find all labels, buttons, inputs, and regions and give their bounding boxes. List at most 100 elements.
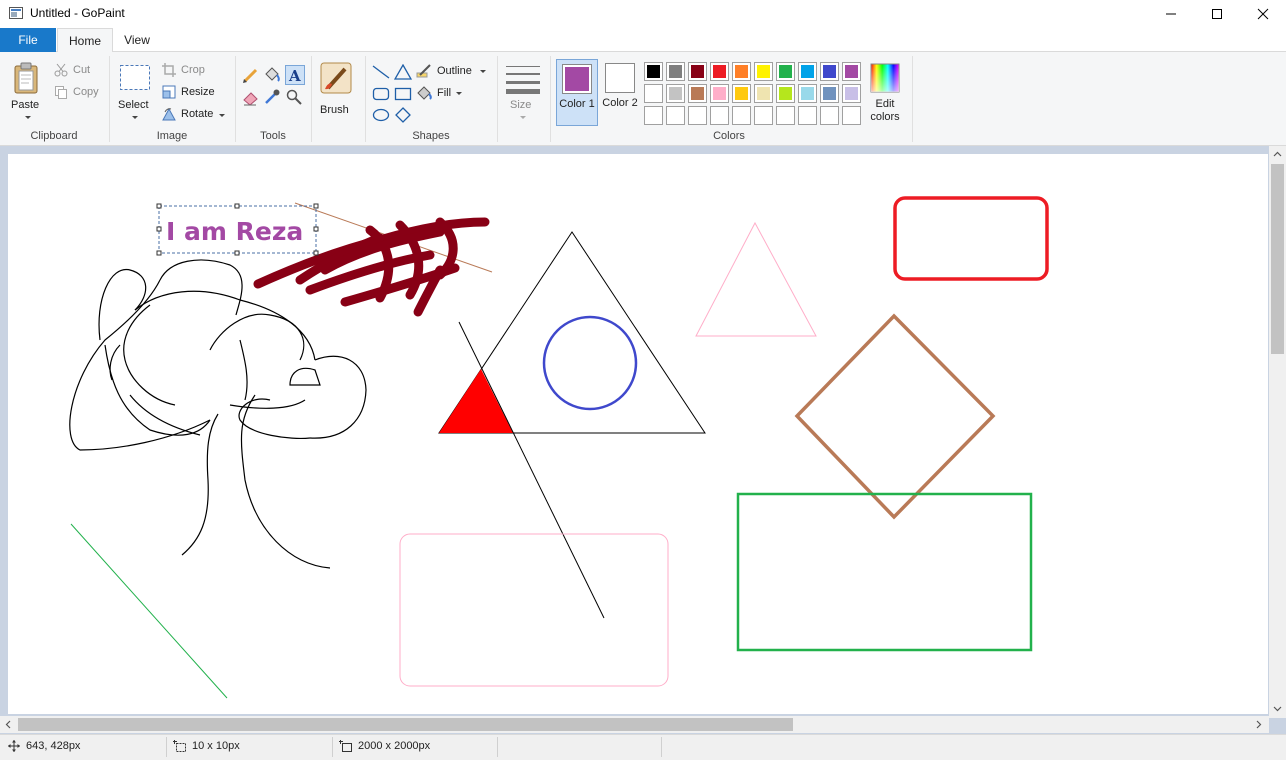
eraser-icon[interactable] [242,88,260,106]
line-shape-icon[interactable] [372,64,390,80]
crop-button[interactable]: Crop [162,62,214,80]
tab-file[interactable]: File [0,28,56,52]
selection-size-value: 10 x 10px [192,740,240,752]
palette-swatch[interactable] [710,106,729,125]
palette-swatch-color [823,65,836,78]
copy-icon [55,86,67,99]
palette-swatch-color [735,87,748,100]
scroll-left-icon[interactable] [5,720,11,729]
rectangle-shape-icon[interactable] [394,86,412,102]
vertical-scroll-thumb[interactable] [1271,164,1284,354]
palette-swatch-color [845,65,858,78]
palette-swatch[interactable] [820,106,839,125]
palette-swatch[interactable] [842,62,861,81]
horizontal-scroll-thumb[interactable] [18,718,793,731]
edit-colors-label: Edit colors [870,98,900,123]
palette-swatch[interactable] [666,62,685,81]
selection-rect-icon [120,65,150,90]
close-button[interactable] [1240,0,1286,28]
scroll-up-icon[interactable] [1273,151,1282,157]
rotate-label: Rotate [181,108,214,120]
scroll-down-icon[interactable] [1273,706,1282,712]
resize-button[interactable]: Resize [162,84,222,102]
chevron-down-icon [480,70,486,73]
tab-home[interactable]: Home [57,28,113,53]
palette-swatch[interactable] [776,84,795,103]
paste-button[interactable]: Paste [4,58,48,122]
close-icon [1257,8,1269,20]
color2-swatch [608,66,632,90]
select-button[interactable]: Select [114,58,154,122]
tab-view[interactable]: View [114,28,160,52]
palette-swatch[interactable] [754,106,773,125]
palette-swatch[interactable] [798,62,817,81]
palette-swatch[interactable] [842,84,861,103]
app-icon [9,7,23,19]
cut-label: Cut [73,64,91,76]
palette-swatch[interactable] [688,62,707,81]
copy-button[interactable]: Copy [54,84,106,102]
palette-swatch[interactable] [732,62,751,81]
edit-colors-button[interactable]: Edit colors [866,60,906,126]
palette-swatch[interactable] [842,106,861,125]
palette-swatch[interactable] [732,106,751,125]
color2-button[interactable]: Color 2 [600,59,642,126]
minimize-button[interactable] [1148,0,1194,28]
drawing-canvas[interactable]: I am Reza [8,154,1268,714]
horizontal-scrollbar[interactable] [0,716,1269,733]
pink-triangle [695,221,817,337]
palette-swatch[interactable] [644,106,663,125]
rotate-button[interactable]: Rotate [162,106,228,124]
palette-swatch[interactable] [732,84,751,103]
palette-swatch[interactable] [710,84,729,103]
fill-dropdown[interactable]: Fill [416,84,476,102]
magnifier-icon[interactable] [285,88,303,106]
outline-dropdown[interactable]: Outline [416,62,490,80]
pencil-icon[interactable] [242,66,260,84]
outline-pen-icon [416,64,431,78]
palette-swatch[interactable] [644,84,663,103]
triangle-shape-icon[interactable] [394,64,412,80]
size-dropdown[interactable]: Size [502,60,544,126]
shapes-group-label: Shapes [412,130,450,142]
palette-swatch[interactable] [820,84,839,103]
palette-swatch[interactable] [798,84,817,103]
rounded-rect-shape-icon[interactable] [372,86,390,102]
diamond-shape-icon[interactable] [394,107,412,123]
fill-bucket-icon[interactable] [263,66,281,84]
palette-swatch[interactable] [666,106,685,125]
palette-swatch[interactable] [776,62,795,81]
green-thin-line [70,523,228,699]
brown-diamond [794,313,996,520]
cursor-position-value: 643, 428px [26,740,81,752]
palette-swatch[interactable] [754,84,773,103]
color1-label: Color 1 [559,98,595,110]
palette-swatch-color [735,65,748,78]
palette-swatch-color [779,65,792,78]
palette-swatch[interactable] [776,106,795,125]
palette-swatch[interactable] [820,62,839,81]
ellipse-shape-icon[interactable] [372,107,390,123]
color2-label: Color 2 [602,97,638,109]
palette-swatch[interactable] [754,62,773,81]
cut-button[interactable]: Cut [54,62,102,80]
maximize-button[interactable] [1194,0,1240,28]
palette-swatch[interactable] [688,84,707,103]
rotate-icon [162,107,176,121]
palette-swatch[interactable] [666,84,685,103]
red-rounded-rectangle [893,196,1049,281]
palette-swatch[interactable] [644,62,663,81]
vertical-scrollbar[interactable] [1269,146,1286,718]
canvas-drawing: I am Reza [69,196,1049,699]
text-tool-button[interactable]: A [285,65,305,85]
color-picker-icon[interactable] [263,88,281,106]
palette-swatch-color [713,65,726,78]
brush-button[interactable]: Brush [316,58,356,122]
color1-button[interactable]: Color 1 [556,59,598,126]
palette-swatch[interactable] [688,106,707,125]
chevron-down-icon [132,116,138,119]
scroll-right-icon[interactable] [1256,720,1262,729]
palette-swatch[interactable] [798,106,817,125]
palette-swatch[interactable] [710,62,729,81]
canvas-text-object[interactable]: I am Reza [166,217,303,246]
